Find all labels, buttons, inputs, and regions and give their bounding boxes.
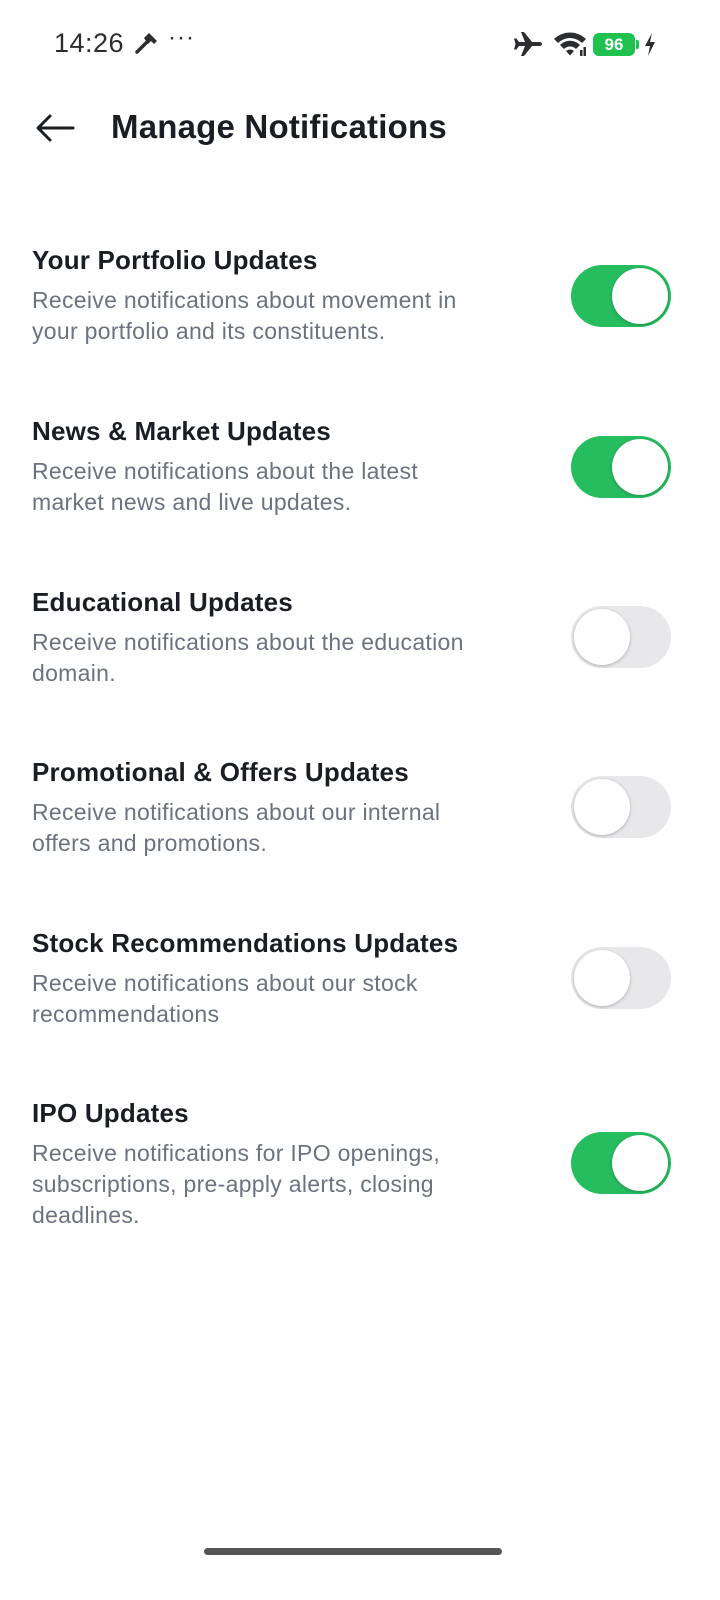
battery-level: 96 xyxy=(604,35,624,54)
toggle-promotional-offers-updates[interactable] xyxy=(571,776,671,838)
arrow-left-icon xyxy=(36,114,75,142)
toggle-educational-updates[interactable] xyxy=(571,606,671,668)
toggle-knob xyxy=(574,779,630,835)
setting-description: Receive notifications about the latest m… xyxy=(32,458,419,515)
setting-educational-updates: Educational Updates Receive notification… xyxy=(0,587,720,737)
setting-title: Educational Updates xyxy=(32,587,293,617)
setting-description: Receive notifications about the educatio… xyxy=(32,629,464,686)
toggle-ipo-updates[interactable] xyxy=(571,1132,671,1194)
setting-title: IPO Updates xyxy=(32,1098,189,1128)
status-more-dots: ··· xyxy=(168,24,195,51)
wifi-icon xyxy=(554,32,586,56)
setting-promotional-offers-updates: Promotional & Offers Updates Receive not… xyxy=(0,757,720,907)
back-button[interactable] xyxy=(28,104,82,152)
toggle-knob xyxy=(574,950,630,1006)
setting-description: Receive notifications about our internal… xyxy=(32,799,441,856)
status-bar: 14:26 ··· 96 xyxy=(0,0,720,90)
setting-description: Receive notifications about movement in … xyxy=(32,287,457,344)
airplane-icon xyxy=(514,32,542,56)
page-title: Manage Notifications xyxy=(111,108,447,145)
hammer-icon xyxy=(135,33,157,54)
setting-description: Receive notifications for IPO openings, … xyxy=(32,1140,441,1228)
setting-news-market-updates: News & Market Updates Receive notificati… xyxy=(0,416,720,566)
home-indicator[interactable] xyxy=(204,1548,502,1555)
setting-stock-recommendations-updates: Stock Recommendations Updates Receive no… xyxy=(0,928,720,1078)
setting-title: Promotional & Offers Updates xyxy=(32,757,409,787)
toggle-knob xyxy=(612,439,668,495)
toggle-news-market-updates[interactable] xyxy=(571,436,671,498)
setting-title: Stock Recommendations Updates xyxy=(32,928,459,958)
toggle-stock-recommendations-updates[interactable] xyxy=(571,947,671,1009)
app-header: Manage Notifications xyxy=(0,90,720,170)
setting-description: Receive notifications about our stock re… xyxy=(32,970,418,1027)
charging-icon xyxy=(645,33,655,56)
setting-title: Your Portfolio Updates xyxy=(32,245,318,275)
toggle-knob xyxy=(574,609,630,665)
toggle-knob xyxy=(612,1135,668,1191)
status-time: 14:26 xyxy=(54,28,125,58)
setting-ipo-updates: IPO Updates Receive notifications for IP… xyxy=(0,1098,720,1278)
setting-portfolio-updates: Your Portfolio Updates Receive notificat… xyxy=(0,245,720,395)
battery-icon: 96 xyxy=(593,33,635,56)
battery-cap xyxy=(636,40,639,49)
setting-title: News & Market Updates xyxy=(32,416,331,446)
toggle-knob xyxy=(612,268,668,324)
toggle-portfolio-updates[interactable] xyxy=(571,265,671,327)
